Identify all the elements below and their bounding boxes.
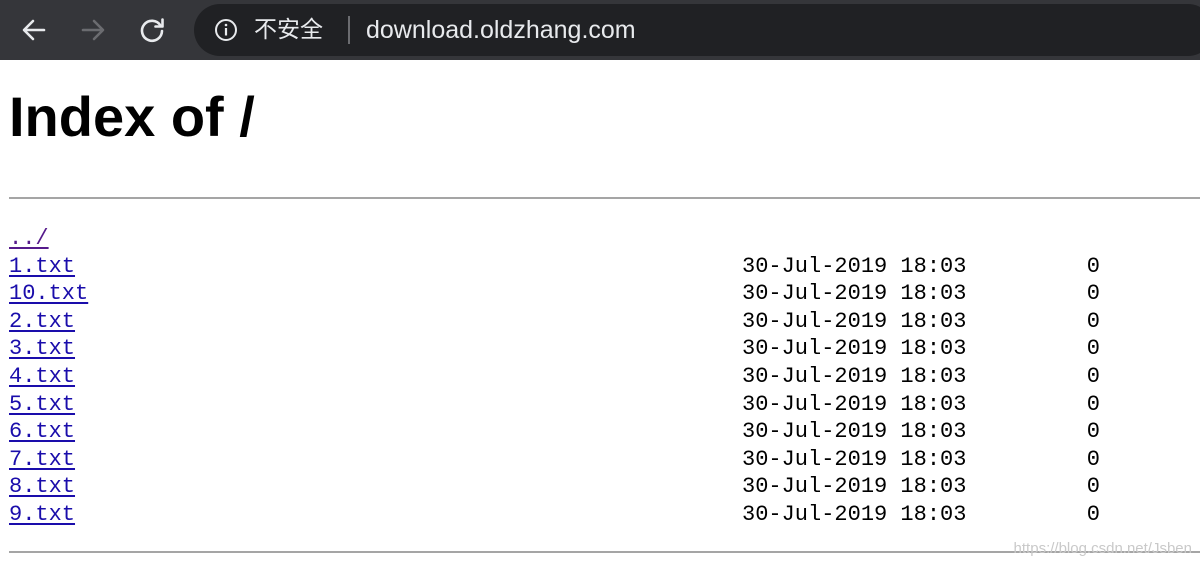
omnibox-divider [348, 16, 350, 44]
list-item: 2.txt 30-Jul-2019 18:03 0 [0, 308, 1200, 336]
file-date: 30-Jul-2019 18:03 [742, 446, 967, 472]
file-link[interactable]: 4.txt [9, 363, 75, 391]
file-link[interactable]: 5.txt [9, 391, 75, 419]
list-item: 3.txt 30-Jul-2019 18:03 0 [0, 335, 1200, 363]
list-item: 10.txt 30-Jul-2019 18:03 0 [0, 280, 1200, 308]
file-link[interactable]: 1.txt [9, 253, 75, 281]
page-content: Index of / ../ 1.txt 30-Jul-2019 18:03 0… [0, 60, 1200, 565]
security-status-label[interactable]: 不安全 [254, 12, 323, 48]
list-item: 1.txt 30-Jul-2019 18:03 0 [0, 253, 1200, 281]
watermark: https://blog.csdn.net/Jsben [1013, 540, 1192, 557]
back-button[interactable] [14, 10, 54, 50]
file-date: 30-Jul-2019 18:03 [742, 501, 967, 527]
file-link[interactable]: 10.txt [9, 280, 88, 308]
back-arrow-icon [22, 19, 46, 41]
file-link[interactable]: 2.txt [9, 308, 75, 336]
page-title: Index of / [9, 85, 255, 148]
reload-button[interactable] [132, 10, 172, 50]
list-item-parent: ../ [0, 225, 1200, 253]
top-divider [9, 197, 1200, 199]
list-item: 6.txt 30-Jul-2019 18:03 0 [0, 418, 1200, 446]
forward-button[interactable] [73, 10, 113, 50]
file-size: 0 [1086, 446, 1100, 472]
file-date: 30-Jul-2019 18:03 [742, 419, 967, 445]
file-date: 30-Jul-2019 18:03 [742, 308, 967, 334]
file-date: 30-Jul-2019 18:03 [742, 253, 967, 279]
list-item: 5.txt 30-Jul-2019 18:03 0 [0, 391, 1200, 419]
list-item: 4.txt 30-Jul-2019 18:03 0 [0, 363, 1200, 391]
file-link[interactable]: 8.txt [9, 473, 75, 501]
list-item: 7.txt 30-Jul-2019 18:03 0 [0, 446, 1200, 474]
file-size: 0 [1086, 336, 1100, 362]
file-size: 0 [1086, 253, 1100, 279]
reload-icon [140, 18, 164, 43]
file-link[interactable]: 7.txt [9, 446, 75, 474]
file-size: 0 [1086, 363, 1100, 389]
file-date: 30-Jul-2019 18:03 [742, 474, 967, 500]
list-item: 8.txt 30-Jul-2019 18:03 0 [0, 473, 1200, 501]
file-size: 0 [1086, 501, 1100, 527]
file-size: 0 [1086, 474, 1100, 500]
file-date: 30-Jul-2019 18:03 [742, 336, 967, 362]
file-date: 30-Jul-2019 18:03 [742, 363, 967, 389]
file-link[interactable]: 9.txt [9, 501, 75, 529]
address-bar[interactable]: 不安全 download.oldzhang.com [194, 4, 1200, 56]
file-date: 30-Jul-2019 18:03 [742, 281, 967, 307]
file-size: 0 [1086, 419, 1100, 445]
list-item: 9.txt 30-Jul-2019 18:03 0 [0, 501, 1200, 529]
forward-arrow-icon [81, 19, 105, 41]
file-date: 30-Jul-2019 18:03 [742, 391, 967, 417]
info-icon[interactable] [214, 18, 238, 42]
file-size: 0 [1086, 281, 1100, 307]
file-size: 0 [1086, 391, 1100, 417]
file-listing: ../ 1.txt 30-Jul-2019 18:03 0 10.txt 30-… [0, 225, 1200, 529]
file-link[interactable]: 6.txt [9, 418, 75, 446]
browser-toolbar: 不安全 download.oldzhang.com [0, 0, 1200, 60]
parent-directory-link[interactable]: ../ [9, 225, 49, 253]
file-link[interactable]: 3.txt [9, 335, 75, 363]
file-size: 0 [1086, 308, 1100, 334]
url-text[interactable]: download.oldzhang.com [366, 12, 636, 48]
